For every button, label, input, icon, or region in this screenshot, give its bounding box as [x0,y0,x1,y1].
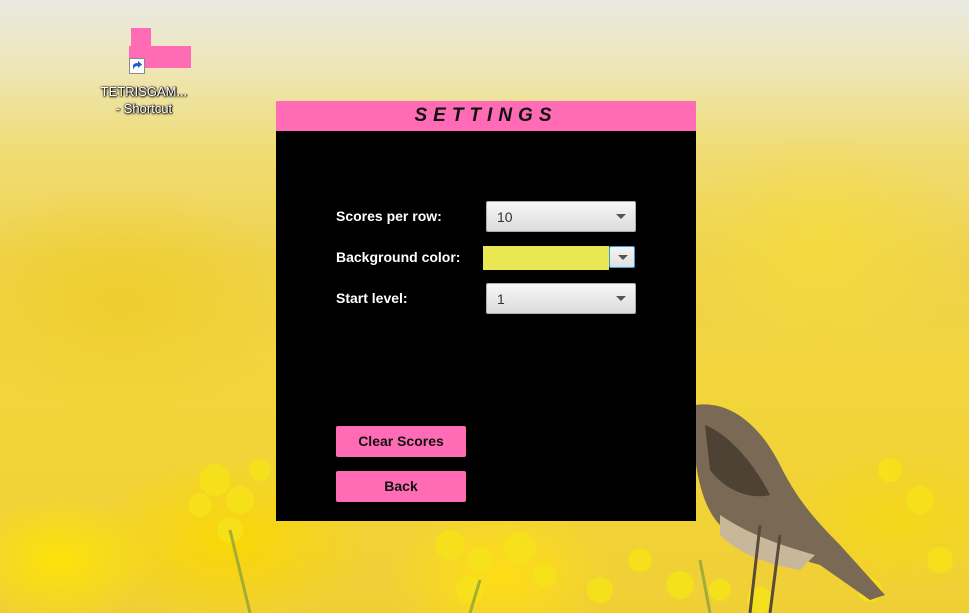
shortcut-arrow-icon [129,58,145,74]
bird-image [693,404,885,613]
start-level-select[interactable]: 1 [486,283,636,314]
shortcut-label-line1: TETRISGAM... [100,84,188,99]
shortcut-label-line2: - Shortcut [115,101,173,116]
background-color-picker[interactable] [483,246,609,270]
settings-window: SETTINGS Scores per row: 10 Background c… [276,101,696,521]
chevron-down-icon [616,296,626,301]
chevron-down-icon [618,255,628,260]
shortcut-label: TETRISGAM... - Shortcut [96,83,192,117]
window-title: SETTINGS [414,105,558,126]
back-button[interactable]: Back [336,471,466,502]
title-bar[interactable]: SETTINGS [276,101,696,131]
start-level-value: 1 [497,291,505,307]
scores-per-row-label: Scores per row: [336,208,442,224]
scores-per-row-select[interactable]: 10 [486,201,636,232]
desktop: TETRISGAM... - Shortcut SETTINGS Scores … [0,0,969,613]
background-color-label: Background color: [336,249,461,265]
tetris-shortcut[interactable]: TETRISGAM... - Shortcut [96,22,192,117]
start-level-label: Start level: [336,290,408,306]
scores-per-row-value: 10 [497,209,513,225]
background-color-dropdown-button[interactable] [609,246,635,268]
clear-scores-button[interactable]: Clear Scores [336,426,466,457]
tetris-block-icon [113,22,191,80]
chevron-down-icon [616,214,626,219]
